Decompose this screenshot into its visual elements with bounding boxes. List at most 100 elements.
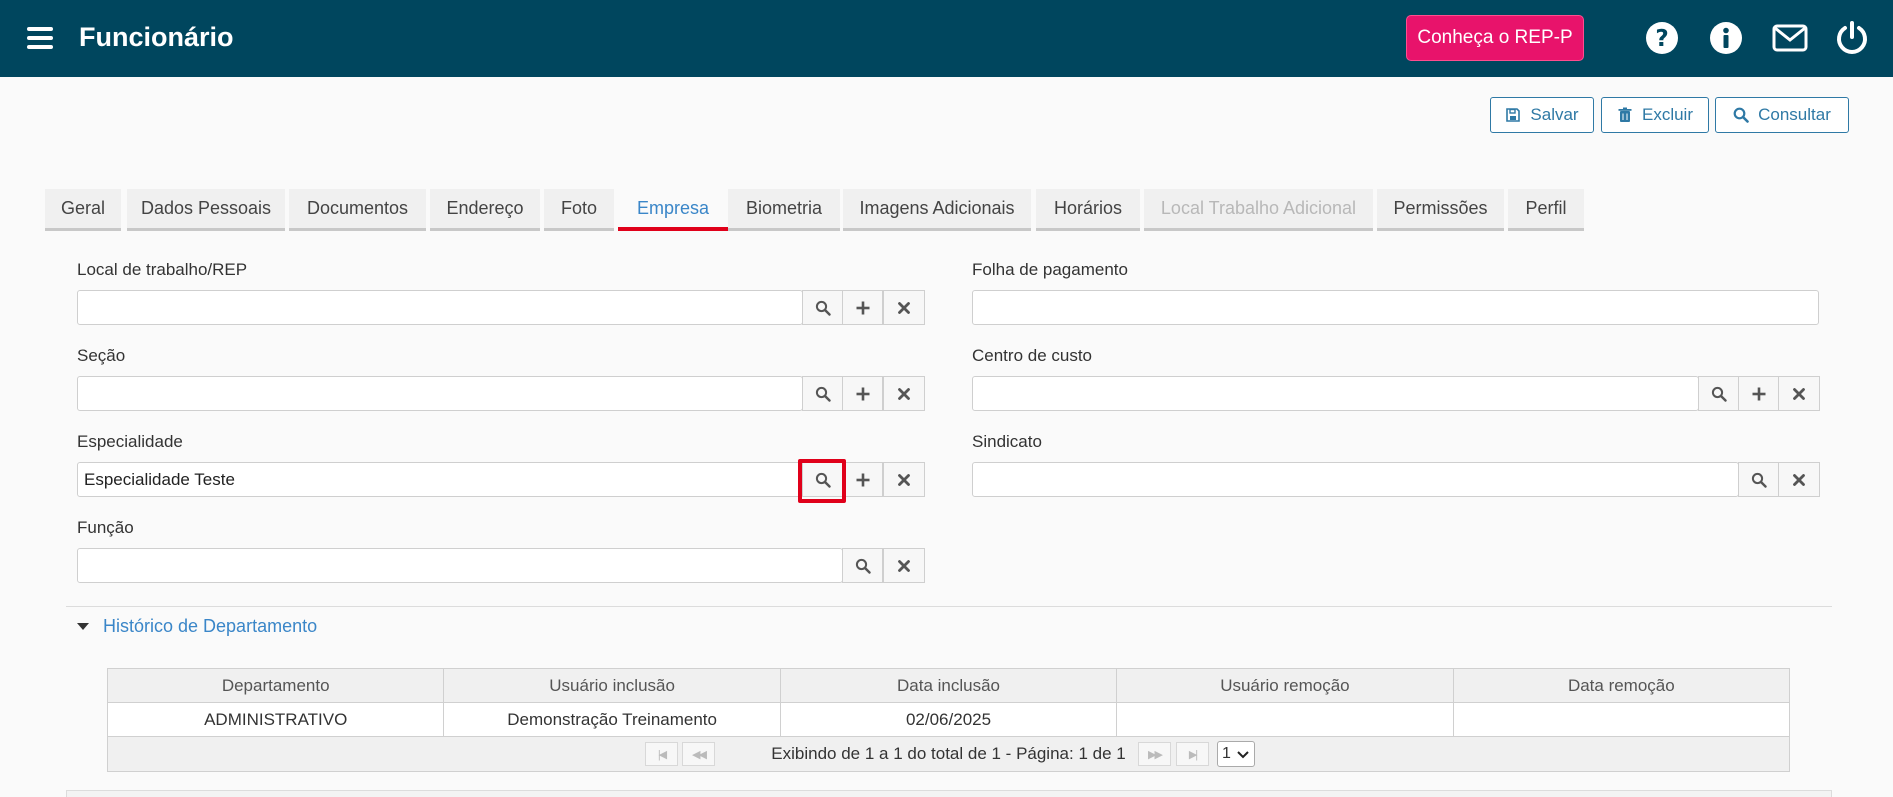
centro-custo-add-button[interactable] xyxy=(1738,376,1779,411)
history-table: Departamento Usuário inclusão Data inclu… xyxy=(107,668,1790,772)
search-icon xyxy=(1733,107,1749,123)
plus-icon xyxy=(1752,387,1765,400)
tab-biometria[interactable]: Biometria xyxy=(728,189,840,231)
tab-permissoes[interactable]: Permissões xyxy=(1377,189,1504,231)
close-icon xyxy=(898,301,910,314)
funcao-label: Função xyxy=(77,518,134,537)
rep-p-button[interactable]: Conheça o REP-P xyxy=(1406,15,1584,61)
table-cell xyxy=(1117,703,1454,736)
search-icon xyxy=(815,472,831,488)
close-icon xyxy=(898,559,910,572)
folha-pagamento-input[interactable] xyxy=(972,290,1819,325)
search-icon xyxy=(1711,386,1727,402)
tab-empresa[interactable]: Empresa xyxy=(618,189,728,231)
help-icon[interactable]: ? xyxy=(1644,20,1680,56)
local-trabalho-label: Local de trabalho/REP xyxy=(77,260,248,279)
caret-down-icon xyxy=(77,623,89,630)
search-icon xyxy=(855,558,871,574)
centro-custo-search-button[interactable] xyxy=(1698,376,1739,411)
close-icon xyxy=(1793,387,1805,400)
especialidade-clear-button[interactable] xyxy=(883,462,925,497)
last-page-button[interactable]: ▶| xyxy=(1176,742,1209,766)
sindicato-label: Sindicato xyxy=(972,432,1042,451)
tab-horarios[interactable]: Horários xyxy=(1036,189,1140,231)
plus-icon xyxy=(856,387,869,400)
local-trabalho-add-button[interactable] xyxy=(842,290,883,325)
centro-custo-label: Centro de custo xyxy=(972,346,1093,365)
top-bar: Funcionário Conheça o REP-P ? xyxy=(0,0,1893,77)
table-cell: 02/06/2025 xyxy=(781,703,1118,736)
delete-button-label: Excluir xyxy=(1641,105,1693,124)
tab-geral[interactable]: Geral xyxy=(45,189,121,231)
menu-icon[interactable] xyxy=(27,27,53,49)
sindicato-input[interactable] xyxy=(972,462,1739,497)
delete-button[interactable]: Excluir xyxy=(1601,97,1709,133)
sindicato-clear-button[interactable] xyxy=(1778,462,1820,497)
tab-endereco[interactable]: Endereço xyxy=(430,189,540,231)
close-icon xyxy=(898,387,910,400)
next-page-button[interactable]: ▶▶ xyxy=(1138,742,1171,766)
save-button[interactable]: Salvar xyxy=(1490,97,1594,133)
info-icon[interactable] xyxy=(1708,20,1744,56)
especialidade-label: Especialidade xyxy=(77,432,183,451)
tab-documentos[interactable]: Documentos xyxy=(289,189,426,231)
column-header-data-remocao[interactable]: Data remoção xyxy=(1454,669,1789,702)
search-icon xyxy=(1751,472,1767,488)
power-icon[interactable] xyxy=(1834,20,1870,56)
secao-clear-button[interactable] xyxy=(883,376,925,411)
first-page-button[interactable]: |◀ xyxy=(645,742,678,766)
search-button[interactable]: Consultar xyxy=(1715,97,1849,133)
close-icon xyxy=(1793,473,1805,486)
section-divider xyxy=(66,606,1832,607)
table-cell: Demonstração Treinamento xyxy=(444,703,781,736)
search-icon xyxy=(815,386,831,402)
tab-dados-pessoais[interactable]: Dados Pessoais xyxy=(127,189,285,231)
tab-imagens-adicionais[interactable]: Imagens Adicionais xyxy=(843,189,1031,231)
search-icon xyxy=(815,300,831,316)
tab-foto[interactable]: Foto xyxy=(544,189,614,231)
history-section-title: Histórico de Departamento xyxy=(103,616,318,636)
column-header-usuario-remocao[interactable]: Usuário remoção xyxy=(1117,669,1454,702)
search-button-label: Consultar xyxy=(1758,105,1831,124)
close-icon xyxy=(898,473,910,486)
plus-icon xyxy=(856,301,869,314)
funcao-clear-button[interactable] xyxy=(883,548,925,583)
table-row[interactable]: ADMINISTRATIVO Demonstração Treinamento … xyxy=(108,703,1789,737)
sindicato-search-button[interactable] xyxy=(1738,462,1779,497)
table-header-row: Departamento Usuário inclusão Data inclu… xyxy=(108,669,1789,703)
table-cell: ADMINISTRATIVO xyxy=(108,703,445,736)
secao-input[interactable] xyxy=(77,376,803,411)
page-select-value: 1 xyxy=(1222,745,1231,762)
folha-pagamento-label: Folha de pagamento xyxy=(972,260,1128,279)
funcao-input[interactable] xyxy=(77,548,843,583)
especialidade-search-button[interactable] xyxy=(802,462,843,497)
prev-page-button[interactable]: ◀◀ xyxy=(682,742,715,766)
column-header-departamento[interactable]: Departamento xyxy=(108,669,445,702)
local-trabalho-input[interactable] xyxy=(77,290,803,325)
mail-icon[interactable] xyxy=(1772,20,1808,56)
svg-text:?: ? xyxy=(1655,26,1668,52)
save-button-label: Salvar xyxy=(1530,105,1579,124)
local-trabalho-clear-button[interactable] xyxy=(883,290,925,325)
column-header-usuario-inclusao[interactable]: Usuário inclusão xyxy=(444,669,781,702)
secao-search-button[interactable] xyxy=(802,376,843,411)
secao-label: Seção xyxy=(77,346,126,365)
local-trabalho-search-button[interactable] xyxy=(802,290,843,325)
chevron-down-icon xyxy=(1237,751,1249,759)
page-select[interactable]: 1 xyxy=(1217,741,1255,767)
especialidade-add-button[interactable] xyxy=(842,462,883,497)
centro-custo-clear-button[interactable] xyxy=(1778,376,1820,411)
funcao-search-button[interactable] xyxy=(842,548,883,583)
next-section-edge xyxy=(66,790,1832,797)
tab-perfil[interactable]: Perfil xyxy=(1508,189,1584,231)
page-title: Funcionário xyxy=(79,22,234,52)
table-cell xyxy=(1454,703,1789,736)
history-section-toggle[interactable]: Histórico de Departamento xyxy=(77,616,317,637)
especialidade-input[interactable]: Especialidade Teste xyxy=(77,462,803,497)
column-header-data-inclusao[interactable]: Data inclusão xyxy=(781,669,1118,702)
save-icon xyxy=(1506,108,1521,122)
plus-icon xyxy=(856,473,869,486)
secao-add-button[interactable] xyxy=(842,376,883,411)
table-pager: |◀ ◀◀ Exibindo de 1 a 1 do total de 1 - … xyxy=(108,737,1789,771)
centro-custo-input[interactable] xyxy=(972,376,1699,411)
